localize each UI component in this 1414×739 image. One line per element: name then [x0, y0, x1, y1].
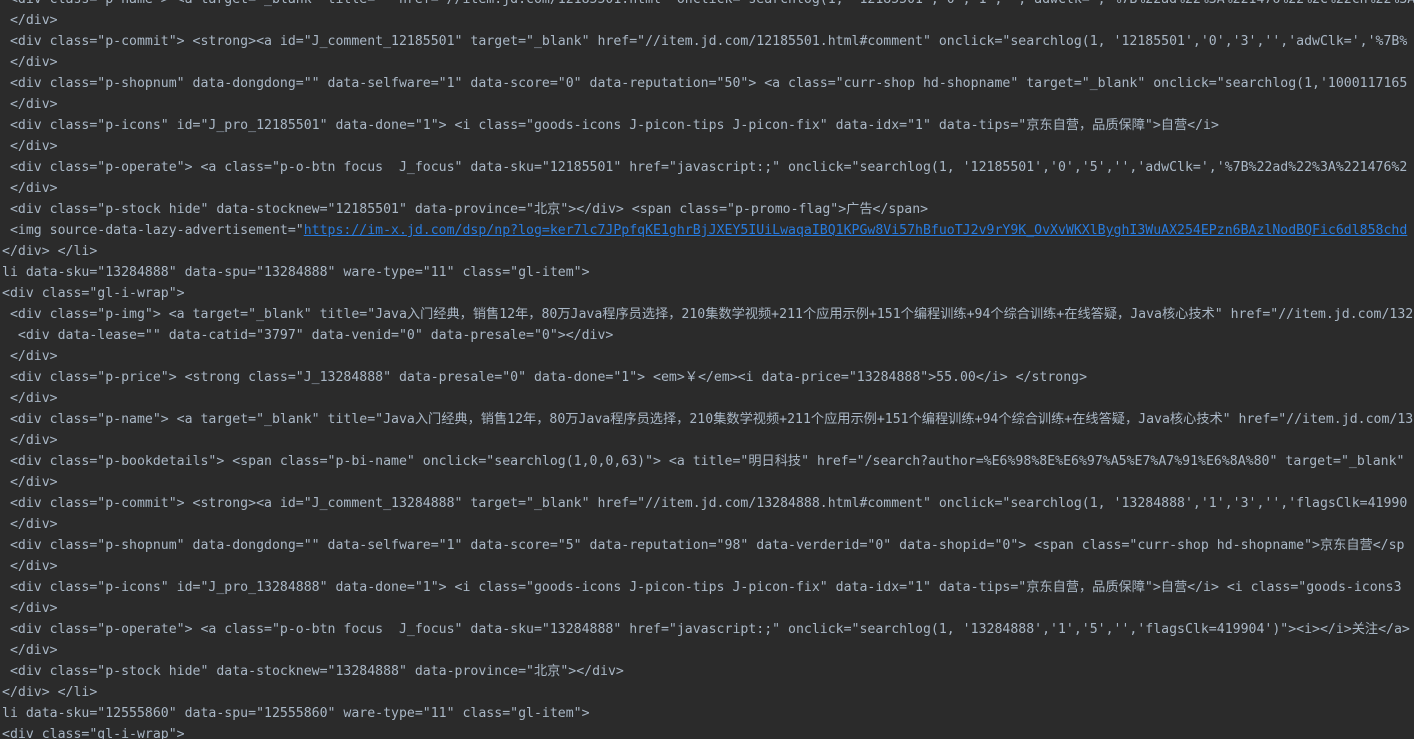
code-editor[interactable]: <div class="p-name"> <a target="_blank" …	[0, 0, 1414, 739]
code-text: <div class="gl-i-wrap">	[2, 286, 185, 301]
code-line: </div>	[0, 346, 1414, 367]
code-line: </div>	[0, 178, 1414, 199]
code-lines: <div class="p-name"> <a target="_blank" …	[0, 0, 1414, 739]
code-line: </div>	[0, 556, 1414, 577]
code-line: </div>	[0, 472, 1414, 493]
code-line: </div>	[0, 52, 1414, 73]
code-text: <div class="p-icons" id="J_pro_12185501"…	[2, 118, 1219, 133]
code-text: </div>	[2, 391, 58, 406]
code-text: <div class="p-operate"> <a class="p-o-bt…	[2, 160, 1408, 175]
code-text: </div>	[2, 559, 58, 574]
url-link[interactable]: https://im-x.jd.com/dsp/np?log=ker7lc7JP…	[304, 223, 1408, 238]
code-line: <div class="p-shopnum" data-dongdong="" …	[0, 535, 1414, 556]
code-line: </div>	[0, 640, 1414, 661]
code-line: </div> </li>	[0, 241, 1414, 262]
code-text: <img source-data-lazy-advertisement="	[2, 223, 304, 238]
code-line: <div data-lease="" data-catid="3797" dat…	[0, 325, 1414, 346]
code-line: </div>	[0, 136, 1414, 157]
code-line: </div>	[0, 514, 1414, 535]
code-text: <div class="p-bookdetails"> <span class=…	[2, 454, 1405, 469]
code-text: <div class="p-shopnum" data-dongdong="" …	[2, 76, 1408, 91]
code-line: <div class="p-commit"> <strong><a id="J_…	[0, 493, 1414, 514]
code-line: </div>	[0, 10, 1414, 31]
code-text: <div class="p-img"> <a target="_blank" t…	[2, 307, 1414, 322]
code-line: <div class="p-stock hide" data-stocknew=…	[0, 661, 1414, 682]
code-line: </div>	[0, 598, 1414, 619]
code-line: li data-sku="12555860" data-spu="1255586…	[0, 703, 1414, 724]
code-text: <div class="p-commit"> <strong><a id="J_…	[2, 496, 1408, 511]
code-text: </div>	[2, 517, 58, 532]
code-text: <div class="p-commit"> <strong><a id="J_…	[2, 34, 1408, 49]
code-line: <div class="p-name"> <a target="_blank" …	[0, 0, 1414, 10]
code-text: </div>	[2, 97, 58, 112]
code-text: </div> </li>	[2, 685, 98, 700]
code-text: <div class="p-price"> <strong class="J_1…	[2, 370, 1088, 385]
code-text: </div>	[2, 349, 58, 364]
code-text: </div>	[2, 13, 58, 28]
code-line: li data-sku="13284888" data-spu="1328488…	[0, 262, 1414, 283]
code-text: </div> </li>	[2, 244, 98, 259]
code-text: </div>	[2, 139, 58, 154]
code-text: <div class="p-stock hide" data-stocknew=…	[2, 202, 929, 217]
code-text: </div>	[2, 601, 58, 616]
code-text: <div data-lease="" data-catid="3797" dat…	[2, 328, 614, 343]
code-line: <div class="p-icons" id="J_pro_12185501"…	[0, 115, 1414, 136]
code-text: <div class="p-stock hide" data-stocknew=…	[2, 664, 624, 679]
code-text: </div>	[2, 433, 58, 448]
code-line: <div class="p-img"> <a target="_blank" t…	[0, 304, 1414, 325]
code-line: <div class="p-name"> <a target="_blank" …	[0, 409, 1414, 430]
code-text: <div class="p-icons" id="J_pro_13284888"…	[2, 580, 1402, 595]
code-text: <div class="p-operate"> <a class="p-o-bt…	[2, 622, 1410, 637]
code-line: </div> </li>	[0, 682, 1414, 703]
code-line: <div class="p-commit"> <strong><a id="J_…	[0, 31, 1414, 52]
code-line: <div class="p-stock hide" data-stocknew=…	[0, 199, 1414, 220]
code-line: <div class="gl-i-wrap">	[0, 724, 1414, 739]
code-line: <div class="p-bookdetails"> <span class=…	[0, 451, 1414, 472]
code-line: <div class="p-operate"> <a class="p-o-bt…	[0, 619, 1414, 640]
code-line: <div class="p-shopnum" data-dongdong="" …	[0, 73, 1414, 94]
code-text: </div>	[2, 55, 58, 70]
code-text: li data-sku="13284888" data-spu="1328488…	[2, 265, 590, 280]
code-text: </div>	[2, 643, 58, 658]
code-line: </div>	[0, 388, 1414, 409]
code-line: </div>	[0, 430, 1414, 451]
code-text: </div>	[2, 181, 58, 196]
code-line: <div class="p-operate"> <a class="p-o-bt…	[0, 157, 1414, 178]
code-line: </div>	[0, 94, 1414, 115]
code-line: <img source-data-lazy-advertisement="htt…	[0, 220, 1414, 241]
code-line: <div class="p-price"> <strong class="J_1…	[0, 367, 1414, 388]
code-text: <div class="p-name"> <a target="_blank" …	[2, 412, 1414, 427]
code-text: </div>	[2, 475, 58, 490]
code-text: <div class="gl-i-wrap">	[2, 727, 185, 739]
code-text: <div class="p-shopnum" data-dongdong="" …	[2, 538, 1405, 553]
code-text: <div class="p-name"> <a target="_blank" …	[2, 0, 1414, 7]
code-text: li data-sku="12555860" data-spu="1255586…	[2, 706, 590, 721]
code-line: <div class="p-icons" id="J_pro_13284888"…	[0, 577, 1414, 598]
code-line: <div class="gl-i-wrap">	[0, 283, 1414, 304]
